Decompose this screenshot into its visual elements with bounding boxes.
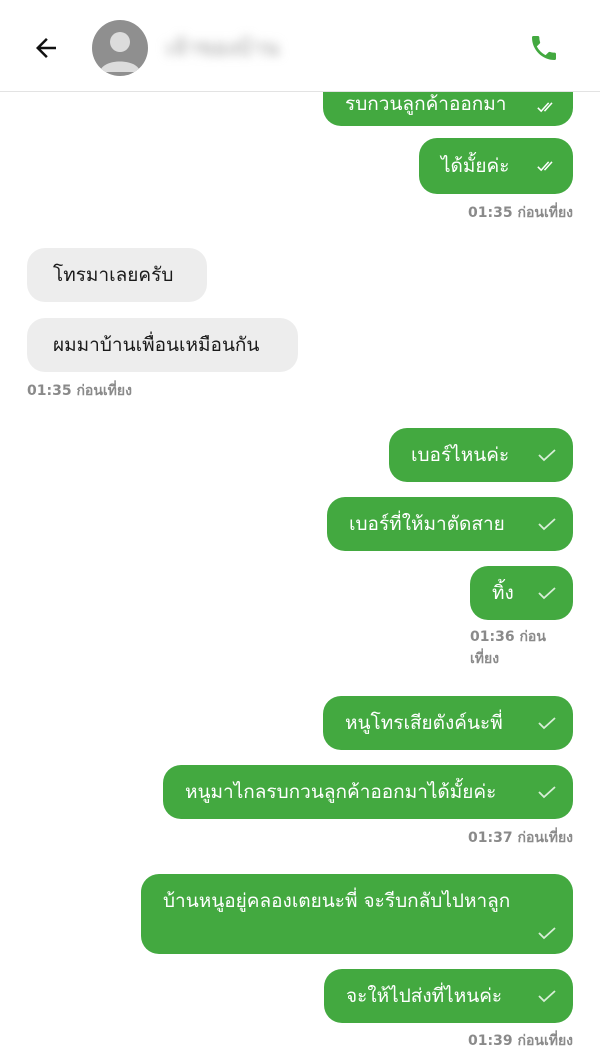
message-text: หนูมาไกลรบกวนลูกค้าออกมาได้มั้ยค่ะ (185, 780, 497, 803)
message-timestamp: 01:35 ก่อนเที่ยง (468, 205, 573, 221)
message-bubble-outgoing[interactable]: เบอร์ที่ให้มาตัดสาย (327, 497, 573, 551)
message-text: โทรมาเลยครับ (53, 263, 174, 286)
call-button[interactable] (524, 28, 564, 68)
message-bubble-outgoing[interactable]: จะให้ไปส่งที่ไหนค่ะ (324, 969, 573, 1023)
check-icon (538, 449, 556, 462)
message-timestamp: 01:39 ก่อนเที่ยง (468, 1033, 573, 1049)
double-check-icon (537, 161, 553, 172)
person-icon (100, 32, 140, 72)
message-text: เบอร์ที่ให้มาตัดสาย (349, 512, 505, 535)
message-bubble-outgoing[interactable]: หนูมาไกลรบกวนลูกค้าออกมาได้มั้ยค่ะ (163, 765, 573, 819)
message-text: จะให้ไปส่งที่ไหนค่ะ (346, 984, 503, 1007)
message-list[interactable]: รบกวนลูกค้าออกมา ได้มั้ยค่ะ 01:35 ก่อนเท… (0, 92, 600, 1063)
message-text: เบอร์ไหนค่ะ (411, 443, 510, 466)
message-timestamp: 01:36 ก่อน เที่ยง (470, 629, 546, 667)
message-text: รบกวนลูกค้าออกมา (345, 93, 507, 115)
message-text: ได้มั้ยค่ะ (441, 154, 510, 177)
message-bubble-outgoing[interactable]: รบกวนลูกค้าออกมา (323, 92, 573, 126)
message-text: ผมมาบ้านเพื่อนเหมือนกัน (53, 333, 260, 356)
message-bubble-outgoing[interactable]: หนูโทรเสียตังค์นะพี่ (323, 696, 573, 750)
chat-header: เจ้าของบ้าน (0, 0, 600, 92)
phone-icon (532, 36, 556, 60)
message-bubble-incoming[interactable]: ผมมาบ้านเพื่อนเหมือนกัน (27, 318, 298, 372)
check-icon (538, 990, 556, 1003)
message-timestamp: 01:35 ก่อนเที่ยง (27, 383, 132, 399)
message-timestamp: 01:37 ก่อนเที่ยง (468, 830, 573, 846)
check-icon (538, 518, 556, 531)
double-check-icon (537, 102, 553, 113)
message-text: บ้านหนูอยู่คลองเตยนะพี่ จะรีบกลับไปหาลูก (163, 890, 511, 912)
message-bubble-outgoing[interactable]: ทิ้ง (470, 566, 573, 620)
check-icon (538, 717, 556, 730)
back-button[interactable] (26, 28, 66, 68)
arrow-left-icon (36, 38, 56, 58)
check-icon (538, 927, 556, 940)
check-icon (538, 786, 556, 799)
message-bubble-outgoing[interactable]: ได้มั้ยค่ะ (419, 138, 573, 194)
message-bubble-incoming[interactable]: โทรมาเลยครับ (27, 248, 207, 302)
message-bubble-outgoing[interactable]: บ้านหนูอยู่คลองเตยนะพี่ จะรีบกลับไปหาลูก (141, 874, 573, 954)
contact-name[interactable]: เจ้าของบ้าน (166, 30, 316, 60)
message-bubble-outgoing[interactable]: เบอร์ไหนค่ะ (389, 428, 573, 482)
message-text: หนูโทรเสียตังค์นะพี่ (345, 711, 503, 734)
message-text: ทิ้ง (492, 581, 514, 604)
avatar[interactable] (92, 20, 148, 76)
check-icon (538, 587, 556, 600)
